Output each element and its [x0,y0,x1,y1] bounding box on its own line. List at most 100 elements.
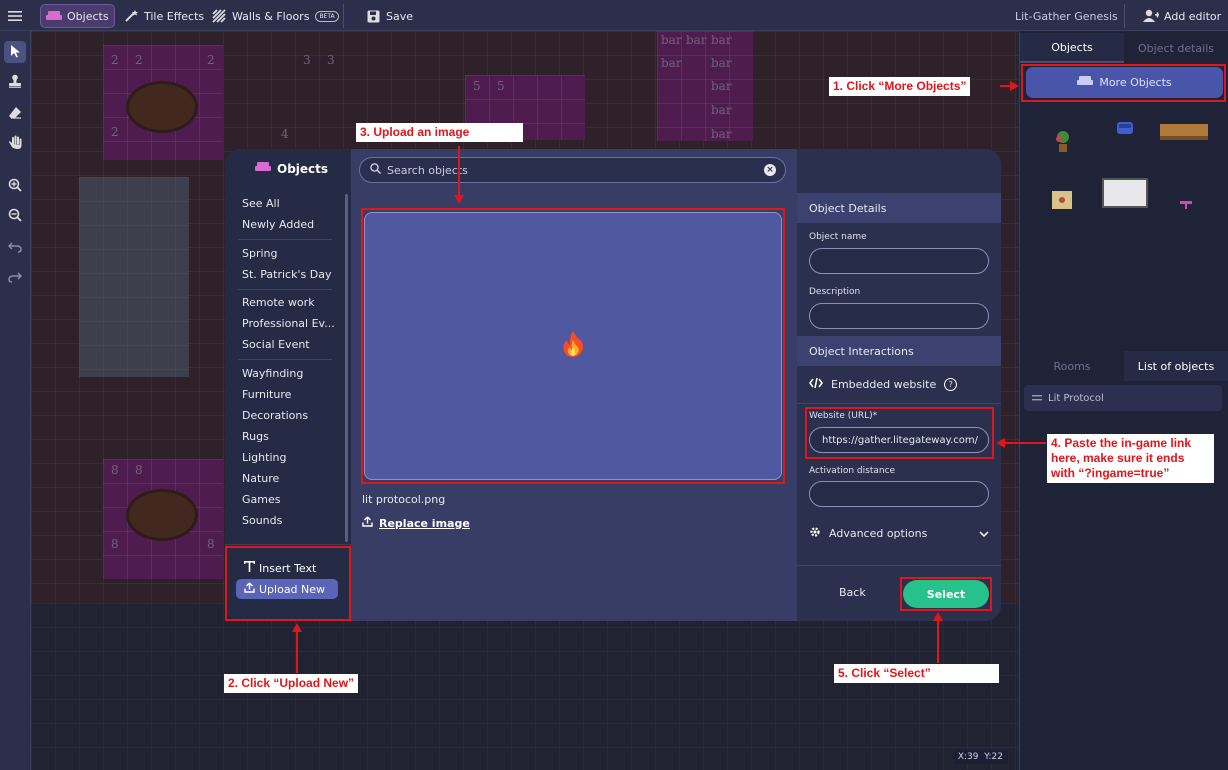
description-input[interactable] [809,303,989,329]
category-remote-work[interactable]: Remote work [242,296,315,309]
eraser-tool[interactable] [4,102,26,124]
select-tool[interactable] [4,41,26,63]
category-divider [238,359,332,360]
sofa-icon [46,8,62,24]
zoom-in-tool[interactable] [4,175,26,197]
activation-distance-input[interactable] [809,481,989,507]
arrow-head [1010,81,1019,91]
plant-object-thumbnail[interactable] [1054,131,1072,157]
chair-object-thumbnail[interactable] [1116,121,1134,140]
save-icon [365,8,381,24]
tab-object-details[interactable]: Object details [1124,33,1228,63]
object-name-input[interactable] [809,248,989,274]
tab-list-of-objects[interactable]: List of objects [1124,351,1228,381]
highlight-website-url [805,407,994,459]
tile-effects-button[interactable]: Tile Effects [118,4,209,28]
category-professional-events[interactable]: Professional Ev... [242,317,335,330]
embedded-website-option[interactable]: Embedded website ? [809,377,958,391]
left-toolbar [0,31,31,770]
category-games[interactable]: Games [242,493,280,506]
category-wayfinding[interactable]: Wayfinding [242,367,303,380]
walls-floors-button[interactable]: Walls & Floors BETA [206,4,344,28]
chevron-down-icon [979,527,989,540]
hand-tool[interactable] [4,132,26,154]
highlight-more-objects [1021,64,1226,102]
toolbar-divider [1124,4,1125,28]
annotation-arrow [1004,442,1046,444]
drag-handle-icon [1032,393,1042,404]
save-button[interactable]: Save [360,4,418,28]
category-st-patricks-day[interactable]: St. Patrick's Day [242,268,331,281]
section-divider [797,403,1001,404]
category-social-event[interactable]: Social Event [242,338,310,351]
highlight-upload-new [225,546,351,621]
highlight-image-preview [361,208,785,484]
tab-objects[interactable]: Objects [1020,33,1124,63]
zoom-in-icon [8,177,22,196]
redo-tool[interactable] [4,266,26,288]
search-icon [370,163,381,177]
objects-mode-button[interactable]: Objects [40,4,115,28]
advanced-options-label: Advanced options [829,527,928,540]
category-decorations[interactable]: Decorations [242,409,308,422]
help-icon[interactable]: ? [944,378,958,391]
modal-title-label: Objects [277,161,329,176]
category-furniture[interactable]: Furniture [242,388,291,401]
category-lighting[interactable]: Lighting [242,451,286,464]
zoom-out-tool[interactable] [4,205,26,227]
magic-wand-icon [123,8,139,24]
category-see-all[interactable]: See All [242,197,280,210]
category-rugs[interactable]: Rugs [242,430,269,443]
table-object-thumbnail[interactable] [1160,124,1208,144]
object-list-item-label: Lit Protocol [1048,392,1104,404]
add-editor-button[interactable]: Add editor [1138,4,1226,28]
annotation-step-2: 2. Click “Upload New” [224,674,359,693]
category-sounds[interactable]: Sounds [242,514,282,527]
description-label: Description [809,287,861,297]
annotation-arrow [458,146,460,196]
tab-objects-label: Objects [1051,40,1093,54]
category-nature[interactable]: Nature [242,472,279,485]
walls-floors-label: Walls & Floors [232,9,310,23]
hamburger-icon [7,8,23,24]
rug-object-thumbnail[interactable] [1052,191,1072,213]
gear-icon [809,526,821,541]
uploaded-file-name: lit protocol.png [362,493,446,506]
back-button[interactable]: Back [839,586,866,599]
add-user-icon [1143,8,1159,24]
tab-rooms[interactable]: Rooms [1020,351,1124,381]
object-list-item[interactable]: Lit Protocol [1024,385,1222,411]
advanced-options-toggle[interactable]: Advanced options [809,526,989,541]
stamp-tool[interactable] [4,71,26,93]
save-label: Save [386,9,414,23]
modal-title: Objects [255,161,328,176]
category-divider [238,289,332,290]
search-placeholder: Search objects [387,163,468,177]
undo-tool[interactable] [4,236,26,258]
category-divider [238,239,332,240]
redo-icon [8,268,23,287]
cursor-coordinates: X:39 Y:22 [952,750,1008,764]
object-name-label: Object name [809,232,867,242]
space-name: Lit-Gather Genesis [1015,9,1118,23]
sign-object-thumbnail[interactable] [1180,194,1192,213]
whiteboard-object-thumbnail[interactable] [1102,178,1148,212]
annotation-step-4: 4. Paste the in-game link here, make sur… [1047,434,1214,483]
object-interactions-header: Object Interactions [797,336,1001,366]
clear-search-icon[interactable]: × [764,164,776,176]
cursor-icon [10,43,21,62]
replace-image-link[interactable]: Replace image [362,516,470,530]
objects-mode-label: Objects [67,9,109,23]
search-objects-input[interactable]: Search objects × [359,157,786,183]
category-newly-added[interactable]: Newly Added [242,218,314,231]
coord-y: Y:22 [984,752,1003,762]
top-toolbar: Objects Tile Effects Walls & Floors BETA… [0,0,1228,31]
tab-object-details-label: Object details [1138,41,1214,55]
section-divider [797,565,1001,566]
category-spring[interactable]: Spring [242,247,278,260]
hand-icon [8,134,22,153]
menu-button[interactable] [2,4,28,28]
activation-distance-label: Activation distance [809,466,896,476]
sofa-icon [255,161,271,176]
category-scrollbar[interactable] [345,194,348,542]
